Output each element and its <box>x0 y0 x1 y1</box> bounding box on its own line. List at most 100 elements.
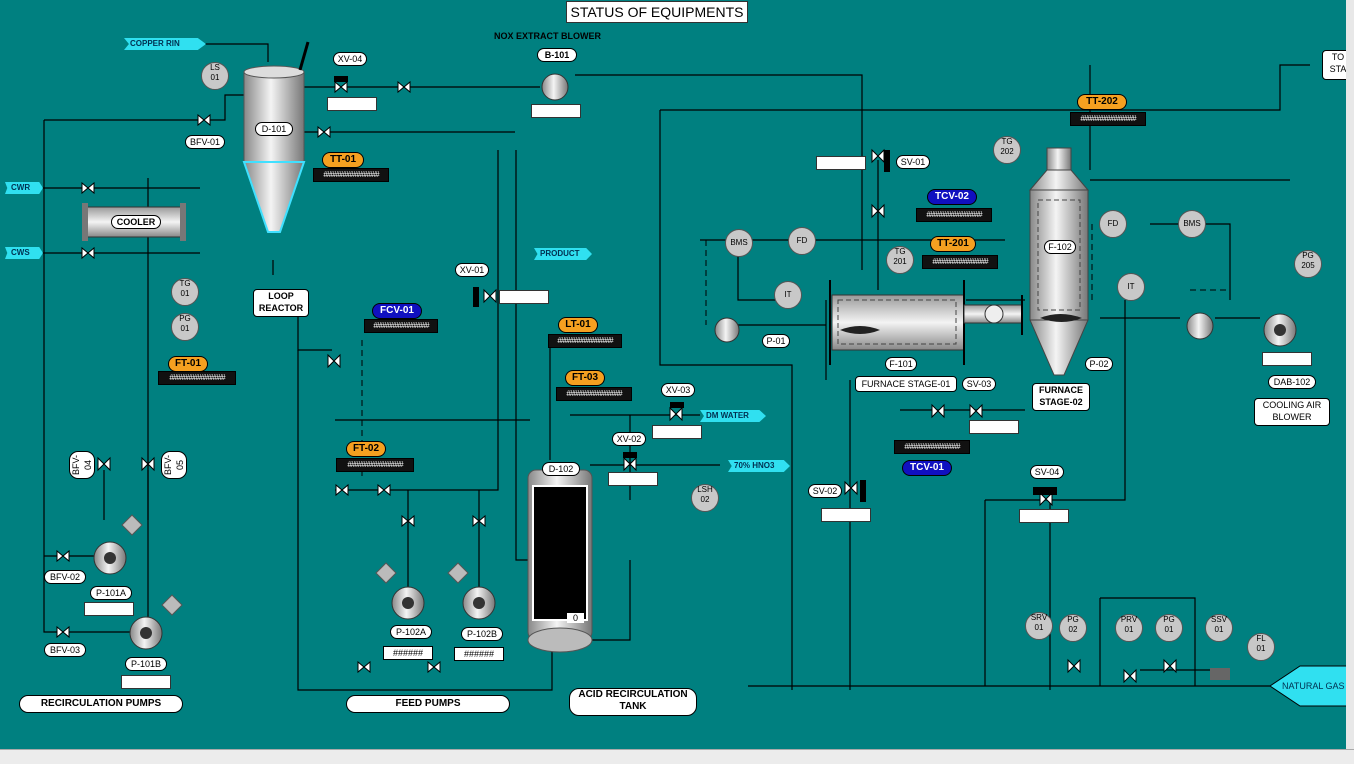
tt01-bar: ################ <box>313 168 389 182</box>
p01-label[interactable]: P-01 <box>762 334 790 348</box>
xv03-label[interactable]: XV-03 <box>661 383 695 397</box>
p102b-label[interactable]: P-102B <box>461 627 503 641</box>
fd2-gauge[interactable]: FD <box>1099 210 1127 238</box>
lt01-bar: ################ <box>548 334 622 348</box>
prv01-gauge[interactable]: PRV 01 <box>1115 614 1143 642</box>
p101b-status <box>121 675 171 689</box>
xv01-label[interactable]: XV-01 <box>455 263 489 277</box>
xv01-status <box>499 290 549 304</box>
d102-label[interactable]: D-102 <box>542 462 580 476</box>
it2-gauge[interactable]: IT <box>1117 273 1145 301</box>
cooler-label[interactable]: COOLER <box>111 215 161 229</box>
ft03-tag[interactable]: FT-03 <box>565 370 605 386</box>
xv04-status <box>327 97 377 111</box>
stream-product: PRODUCT <box>534 248 592 260</box>
f101-label[interactable]: F-101 <box>885 357 917 371</box>
p02-label[interactable]: P-02 <box>1085 357 1113 371</box>
xv02-status <box>608 472 658 486</box>
xv04-label[interactable]: XV-04 <box>333 52 367 66</box>
cooling-air-label: COOLING AIR BLOWER <box>1254 398 1330 426</box>
dab102-status <box>1262 352 1312 366</box>
ft01-bar: ################ <box>158 371 236 385</box>
stream-cwr: CWR <box>5 182 43 194</box>
lt01-tag[interactable]: LT-01 <box>558 317 598 333</box>
it1-gauge[interactable]: IT <box>774 281 802 309</box>
ft02-tag[interactable]: FT-02 <box>346 441 386 457</box>
furnace-f102 <box>1028 147 1090 376</box>
fcv01-tag[interactable]: FCV-01 <box>372 303 422 319</box>
sv04-status <box>1019 509 1069 523</box>
p102a-readout: ###### <box>383 646 433 660</box>
p102b-readout: ###### <box>454 647 504 661</box>
bms2-gauge[interactable]: BMS <box>1178 210 1206 238</box>
f102-label[interactable]: F-102 <box>1044 240 1076 254</box>
bms1-gauge[interactable]: BMS <box>725 229 753 257</box>
p101a-status <box>84 602 134 616</box>
fl01-gauge[interactable]: FL 01 <box>1247 633 1275 661</box>
fcv01-bar: ################ <box>364 319 438 333</box>
tg201-gauge[interactable]: TG 201 <box>886 246 914 274</box>
sv03-status <box>969 420 1019 434</box>
tt01-tag[interactable]: TT-01 <box>322 152 364 168</box>
tg01-gauge[interactable]: TG 01 <box>171 278 199 306</box>
tt201-tag[interactable]: TT-201 <box>930 236 976 252</box>
xv02-label[interactable]: XV-02 <box>612 432 646 446</box>
p102a-label[interactable]: P-102A <box>390 625 432 639</box>
tg202-gauge[interactable]: TG 202 <box>993 136 1021 164</box>
tcv02-tag[interactable]: TCV-02 <box>927 189 977 205</box>
tt202-tag[interactable]: TT-202 <box>1077 94 1127 110</box>
fd1-gauge[interactable]: FD <box>788 227 816 255</box>
pg01-gauge[interactable]: PG 01 <box>171 313 199 341</box>
srv01-gauge[interactable]: SRV 01 <box>1025 612 1053 640</box>
section-recirculation-pumps: RECIRCULATION PUMPS <box>19 695 183 713</box>
stream-dm-water: DM WATER <box>700 410 766 422</box>
pg205-gauge[interactable]: PG 205 <box>1294 250 1322 278</box>
bfv04-label[interactable]: BFV-04 <box>69 451 95 479</box>
sv02-status <box>821 508 871 522</box>
ft02-bar: ################ <box>336 458 414 472</box>
tt201-bar: ################ <box>922 255 998 269</box>
d101-label[interactable]: D-101 <box>255 122 293 136</box>
p101b-label[interactable]: P-101B <box>125 657 167 671</box>
sv03-label[interactable]: SV-03 <box>962 377 996 391</box>
b101-label[interactable]: B-101 <box>537 48 577 62</box>
stream-cws: CWS <box>5 247 43 259</box>
ssv01-gauge[interactable]: SSV 01 <box>1205 614 1233 642</box>
sv01-label[interactable]: SV-01 <box>896 155 930 169</box>
d102-level: 0 <box>567 613 585 623</box>
stream-hno3: 70% HNO3 <box>728 460 790 472</box>
section-feed-pumps: FEED PUMPS <box>346 695 510 713</box>
lsh02-gauge[interactable]: LSH 02 <box>691 484 719 512</box>
loop-reactor-label: LOOP REACTOR <box>253 289 309 317</box>
b101-status <box>531 104 581 118</box>
ft01-tag[interactable]: FT-01 <box>168 356 208 372</box>
ls01-gauge[interactable]: LS 01 <box>201 62 229 90</box>
bfv05-label[interactable]: BFV-05 <box>161 451 187 479</box>
tank-d102 <box>527 469 593 653</box>
furnace1-label: FURNACE STAGE-01 <box>855 376 957 392</box>
bfv02-label[interactable]: BFV-02 <box>44 570 86 584</box>
bfv01-label[interactable]: BFV-01 <box>185 135 225 149</box>
tt202-bar: ################ <box>1070 112 1146 126</box>
bfv03-label[interactable]: BFV-03 <box>44 643 86 657</box>
reactor-d101 <box>242 41 310 233</box>
ft03-bar: ################ <box>556 387 632 401</box>
stream-copper: COPPER RIN <box>124 38 206 50</box>
horizontal-scrollbar[interactable] <box>0 749 1354 764</box>
section-acid-tank: ACID RECIRCULATION TANK <box>569 688 697 716</box>
sv04-label[interactable]: SV-04 <box>1030 465 1064 479</box>
page-title: STATUS OF EQUIPMENTS <box>566 1 748 23</box>
vertical-scrollbar[interactable] <box>1346 0 1354 750</box>
nox-blower-title: NOX EXTRACT BLOWER <box>494 31 601 41</box>
p101a-label[interactable]: P-101A <box>90 586 132 600</box>
furnace-f101 <box>829 280 1023 365</box>
xv03-status <box>652 425 702 439</box>
tcv01-bar: ################ <box>894 440 970 454</box>
tcv02-bar: ################ <box>916 208 992 222</box>
dab102-label[interactable]: DAB-102 <box>1268 375 1316 389</box>
sv02-label[interactable]: SV-02 <box>808 484 842 498</box>
pg01b-gauge[interactable]: PG 01 <box>1155 614 1183 642</box>
tcv01-tag[interactable]: TCV-01 <box>902 460 952 476</box>
sv01-status <box>816 156 866 170</box>
pg02-gauge[interactable]: PG 02 <box>1059 614 1087 642</box>
